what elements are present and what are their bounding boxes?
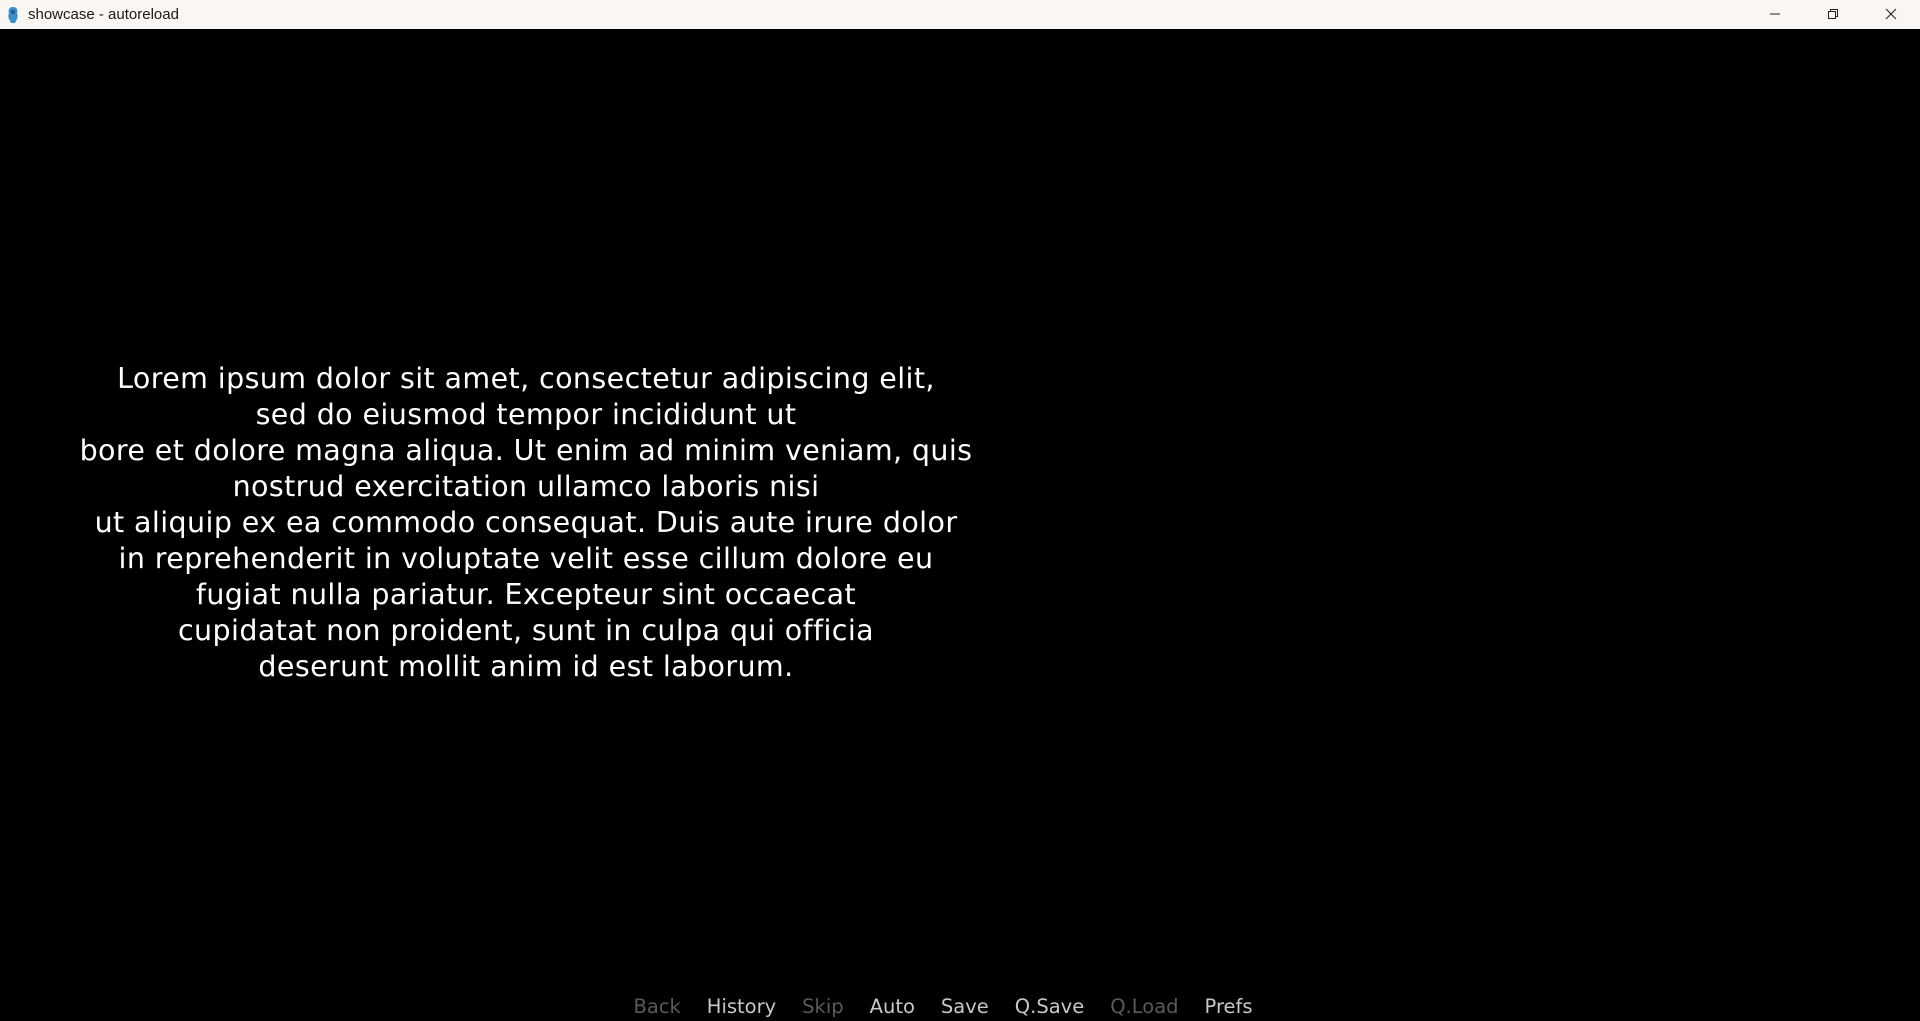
- close-icon: [1885, 5, 1897, 24]
- restore-icon: [1827, 5, 1839, 24]
- dialogue-text[interactable]: Lorem ipsum dolor sit amet, consectetur …: [60, 361, 992, 685]
- dialogue-line: fugiat nulla pariatur. Excepteur sint oc…: [195, 578, 857, 611]
- dialogue-line: nostrud exercitation ullamco laboris nis…: [232, 470, 820, 503]
- back-button[interactable]: Back: [620, 995, 693, 1018]
- dialogue-line: sed do eiusmod tempor incididunt ut: [255, 398, 797, 431]
- dialogue-line: deserunt mollit anim id est laborum.: [258, 650, 794, 683]
- save-button[interactable]: Save: [928, 995, 1002, 1018]
- minimize-icon: [1769, 5, 1781, 24]
- renpy-icon[interactable]: [6, 6, 20, 24]
- window-controls: [1746, 0, 1920, 29]
- title-bar: showcase - autoreload: [0, 0, 1920, 29]
- history-button[interactable]: History: [694, 995, 789, 1018]
- dialogue-line: in reprehenderit in voluptate velit esse…: [118, 542, 934, 575]
- dialogue-line: Lorem ipsum dolor sit amet, consectetur …: [117, 362, 935, 395]
- quick-save-button[interactable]: Q.Save: [1002, 995, 1097, 1018]
- game-screen[interactable]: Lorem ipsum dolor sit amet, consectetur …: [0, 29, 1920, 1021]
- close-button[interactable]: [1862, 0, 1920, 29]
- auto-button[interactable]: Auto: [857, 995, 928, 1018]
- minimize-button[interactable]: [1746, 0, 1804, 29]
- prefs-button[interactable]: Prefs: [1192, 995, 1266, 1018]
- window-title: showcase - autoreload: [28, 6, 179, 23]
- skip-button[interactable]: Skip: [789, 995, 856, 1018]
- dialogue-line: cupidatat non proident, sunt in culpa qu…: [177, 614, 875, 647]
- restore-button[interactable]: [1804, 0, 1862, 29]
- quick-load-button[interactable]: Q.Load: [1097, 995, 1191, 1018]
- dialogue-line: ut aliquip ex ea commodo consequat. Duis…: [94, 506, 958, 539]
- quick-menu: Back History Skip Auto Save Q.Save Q.Loa…: [0, 992, 1920, 1021]
- dialogue-line: bore et dolore magna aliqua. Ut enim ad …: [79, 434, 973, 467]
